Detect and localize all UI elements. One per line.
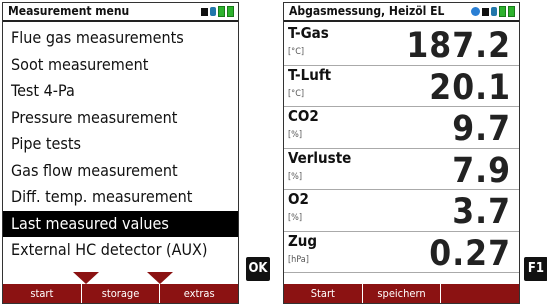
measurement-value: 20.1 [429, 67, 511, 108]
measurement-row: CO2 [%] 9.7 [284, 107, 519, 149]
menu-item-hc-detector[interactable]: External HC detector (AUX) [3, 237, 238, 264]
measurement-rows: T-Gas [°C] 187.2 T-Luft [°C] 20.1 CO2 [%… [284, 24, 519, 274]
screen-title: Measurement menu [8, 4, 130, 18]
title-bar: Abgasmessung, Heizöl EL [284, 3, 519, 22]
status-icons [201, 6, 234, 17]
menu-item-test-4pa[interactable]: Test 4-Pa [3, 78, 238, 105]
measurement-row: Verluste [%] 7.9 [284, 149, 519, 191]
menu-item-last-values[interactable]: Last measured values [3, 210, 238, 237]
softkey-arrows-icon [73, 272, 173, 284]
measurement-label: Zug [288, 231, 318, 250]
menu-list: Flue gas measurements Soot measurement T… [3, 25, 238, 264]
measurement-value: 3.7 [452, 192, 511, 232]
softkey-bar: start storage extras [3, 284, 238, 303]
measurement-label: CO2 [288, 107, 319, 125]
measurement-unit: [%] [288, 171, 303, 182]
measurement-row: O2 [%] 3.7 [284, 190, 519, 232]
measurement-unit: [°C] [288, 47, 305, 57]
title-bar: Measurement menu [3, 3, 238, 22]
measurement-value: 0.27 [429, 233, 511, 274]
ok-key[interactable]: OK [246, 257, 270, 281]
storage-softkey[interactable]: storage [82, 284, 161, 303]
start-softkey[interactable]: start [3, 284, 82, 303]
empty-softkey[interactable] [441, 284, 519, 303]
measurement-menu-screen: Measurement menu Flue gas measurements S… [2, 2, 239, 304]
measurement-unit: [%] [288, 213, 303, 223]
measurement-row: T-Gas [°C] 187.2 [284, 24, 519, 66]
measurement-row: T-Luft [°C] 20.1 [284, 66, 519, 108]
battery-icon [499, 6, 506, 17]
menu-item-soot[interactable]: Soot measurement [3, 52, 238, 79]
measurement-value: 7.9 [452, 150, 511, 191]
measurement-unit: [°C] [288, 88, 305, 99]
memory-icon [482, 7, 489, 16]
connection-icon [491, 7, 497, 16]
measurement-unit: [%] [288, 130, 303, 140]
measurement-label: Verluste [288, 148, 352, 167]
status-icons [471, 6, 515, 17]
connection-icon [210, 7, 216, 16]
save-softkey[interactable]: speichern [363, 284, 442, 303]
measurement-label: T-Luft [288, 65, 332, 84]
measurement-label: O2 [288, 190, 309, 208]
menu-item-pressure[interactable]: Pressure measurement [3, 105, 238, 132]
extras-softkey[interactable]: extras [160, 284, 238, 303]
info-icon [471, 7, 480, 16]
f1-key[interactable]: F1 [524, 257, 547, 281]
measurement-row: Zug [hPa] 0.27 [284, 232, 519, 274]
screen-title: Abgasmessung, Heizöl EL [289, 4, 445, 18]
softkey-bar: Start speichern [284, 284, 519, 303]
menu-item-pipe-tests[interactable]: Pipe tests [3, 131, 238, 158]
battery-icon [218, 6, 225, 17]
start-softkey[interactable]: Start [284, 284, 363, 303]
measurement-unit: [hPa] [288, 254, 309, 265]
measurement-value: 187.2 [406, 26, 511, 66]
memory-icon [201, 7, 208, 16]
battery-icon [227, 6, 234, 17]
flue-gas-measurement-screen: Abgasmessung, Heizöl EL T-Gas [°C] 187.2… [283, 2, 520, 304]
menu-item-flue-gas[interactable]: Flue gas measurements [3, 25, 238, 52]
battery-icon [508, 6, 515, 17]
measurement-label: T-Gas [288, 24, 329, 42]
menu-item-diff-temp[interactable]: Diff. temp. measurement [3, 184, 238, 211]
measurement-value: 9.7 [452, 109, 511, 149]
menu-item-gas-flow[interactable]: Gas flow measurement [3, 158, 238, 185]
